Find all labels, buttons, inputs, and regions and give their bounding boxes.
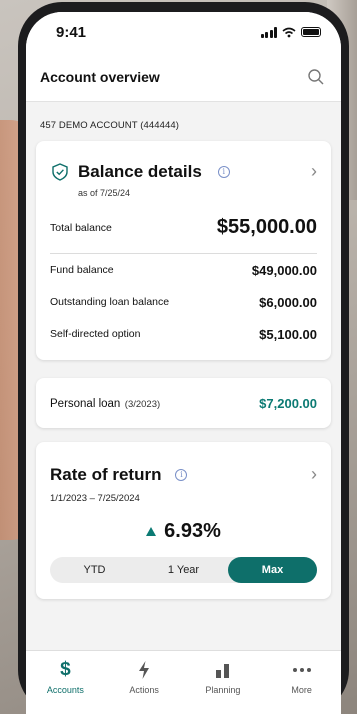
detail-value: $49,000.00 [251, 262, 317, 278]
total-balance-row: Total balance $55,000.00 [50, 216, 317, 254]
personal-loan-label: Personal loan [50, 398, 121, 410]
signal-icon [260, 26, 277, 38]
bar-chart-icon [214, 659, 232, 681]
app-screen: 9:41 Account overview 457 DEMO ACCOUNT (… [26, 12, 341, 714]
ror-value: 6.93% [164, 520, 221, 542]
ror-card-header: Rate of return i › [50, 464, 317, 485]
ror-date-range: 1/1/2023 – 7/25/2024 [50, 493, 140, 504]
balance-details-card[interactable]: Balance details i › as of 7/25/24 Total … [36, 141, 331, 360]
fund-balance-row: Fund balance $49,000.00 [50, 254, 317, 286]
tab-planning[interactable]: Planning [193, 659, 253, 695]
tab-label: Accounts [46, 685, 84, 695]
status-bar: 9:41 [26, 12, 341, 52]
tab-actions[interactable]: Actions [114, 659, 174, 695]
battery-icon [301, 27, 321, 37]
tab-accounts[interactable]: $ Accounts [35, 659, 95, 695]
tab-label: Planning [205, 685, 241, 695]
balance-title: Balance details [78, 161, 202, 181]
personal-loan-date: (3/2023) [124, 399, 161, 410]
info-icon[interactable]: i [175, 468, 188, 481]
period-option-max[interactable]: Max [228, 557, 317, 583]
period-selector: YTD 1 Year Max [50, 557, 317, 583]
tab-label: Actions [129, 685, 159, 695]
page-title: Account overview [40, 68, 160, 85]
status-icons [260, 26, 321, 38]
as-of-date: as of 7/25/24 [78, 188, 131, 198]
chevron-right-icon[interactable]: › [311, 464, 317, 485]
rate-of-return-card[interactable]: Rate of return i › 1/1/2023 – 7/25/2024 … [36, 442, 331, 599]
personal-loan-card[interactable]: Personal loan (3/2023) $7,200.00 [36, 378, 331, 428]
search-icon[interactable] [305, 66, 327, 88]
loan-balance-row: Outstanding loan balance $6,000.00 [50, 286, 317, 318]
detail-label: Outstanding loan balance [50, 296, 170, 308]
total-balance-value: $55,000.00 [216, 216, 317, 238]
detail-value: $5,100.00 [259, 326, 317, 342]
detail-label: Fund balance [50, 264, 114, 276]
app-header: Account overview [26, 52, 341, 102]
total-balance-label: Total balance [50, 221, 112, 234]
ror-title: Rate of return [50, 464, 162, 484]
phone-frame: 9:41 Account overview 457 DEMO ACCOUNT (… [18, 2, 349, 714]
up-arrow-icon [146, 527, 157, 536]
lightning-icon [137, 659, 151, 681]
personal-loan-label-group: Personal loan (3/2023) [50, 394, 160, 412]
more-dots-icon [292, 659, 312, 681]
account-label: 457 DEMO ACCOUNT (444444) [40, 120, 180, 131]
status-time: 9:41 [56, 23, 87, 41]
detail-label: Self-directed option [50, 328, 141, 340]
dollar-icon: $ [60, 659, 71, 680]
shield-check-icon [52, 162, 68, 181]
info-icon[interactable]: i [217, 165, 230, 178]
bottom-tab-bar: $ Accounts Actions Planning More [26, 650, 341, 714]
personal-loan-value: $7,200.00 [259, 395, 317, 411]
ror-value-row: 6.93% [50, 520, 317, 543]
period-option-ytd[interactable]: YTD [50, 557, 139, 583]
tab-more[interactable]: More [272, 659, 332, 695]
balance-card-header: Balance details i › [50, 161, 317, 182]
period-option-1-year[interactable]: 1 Year [139, 557, 228, 583]
chevron-right-icon[interactable]: › [311, 161, 317, 182]
wifi-icon [282, 27, 296, 37]
detail-value: $6,000.00 [259, 294, 317, 310]
tab-label: More [291, 685, 312, 695]
self-directed-row: Self-directed option $5,100.00 [50, 318, 317, 350]
